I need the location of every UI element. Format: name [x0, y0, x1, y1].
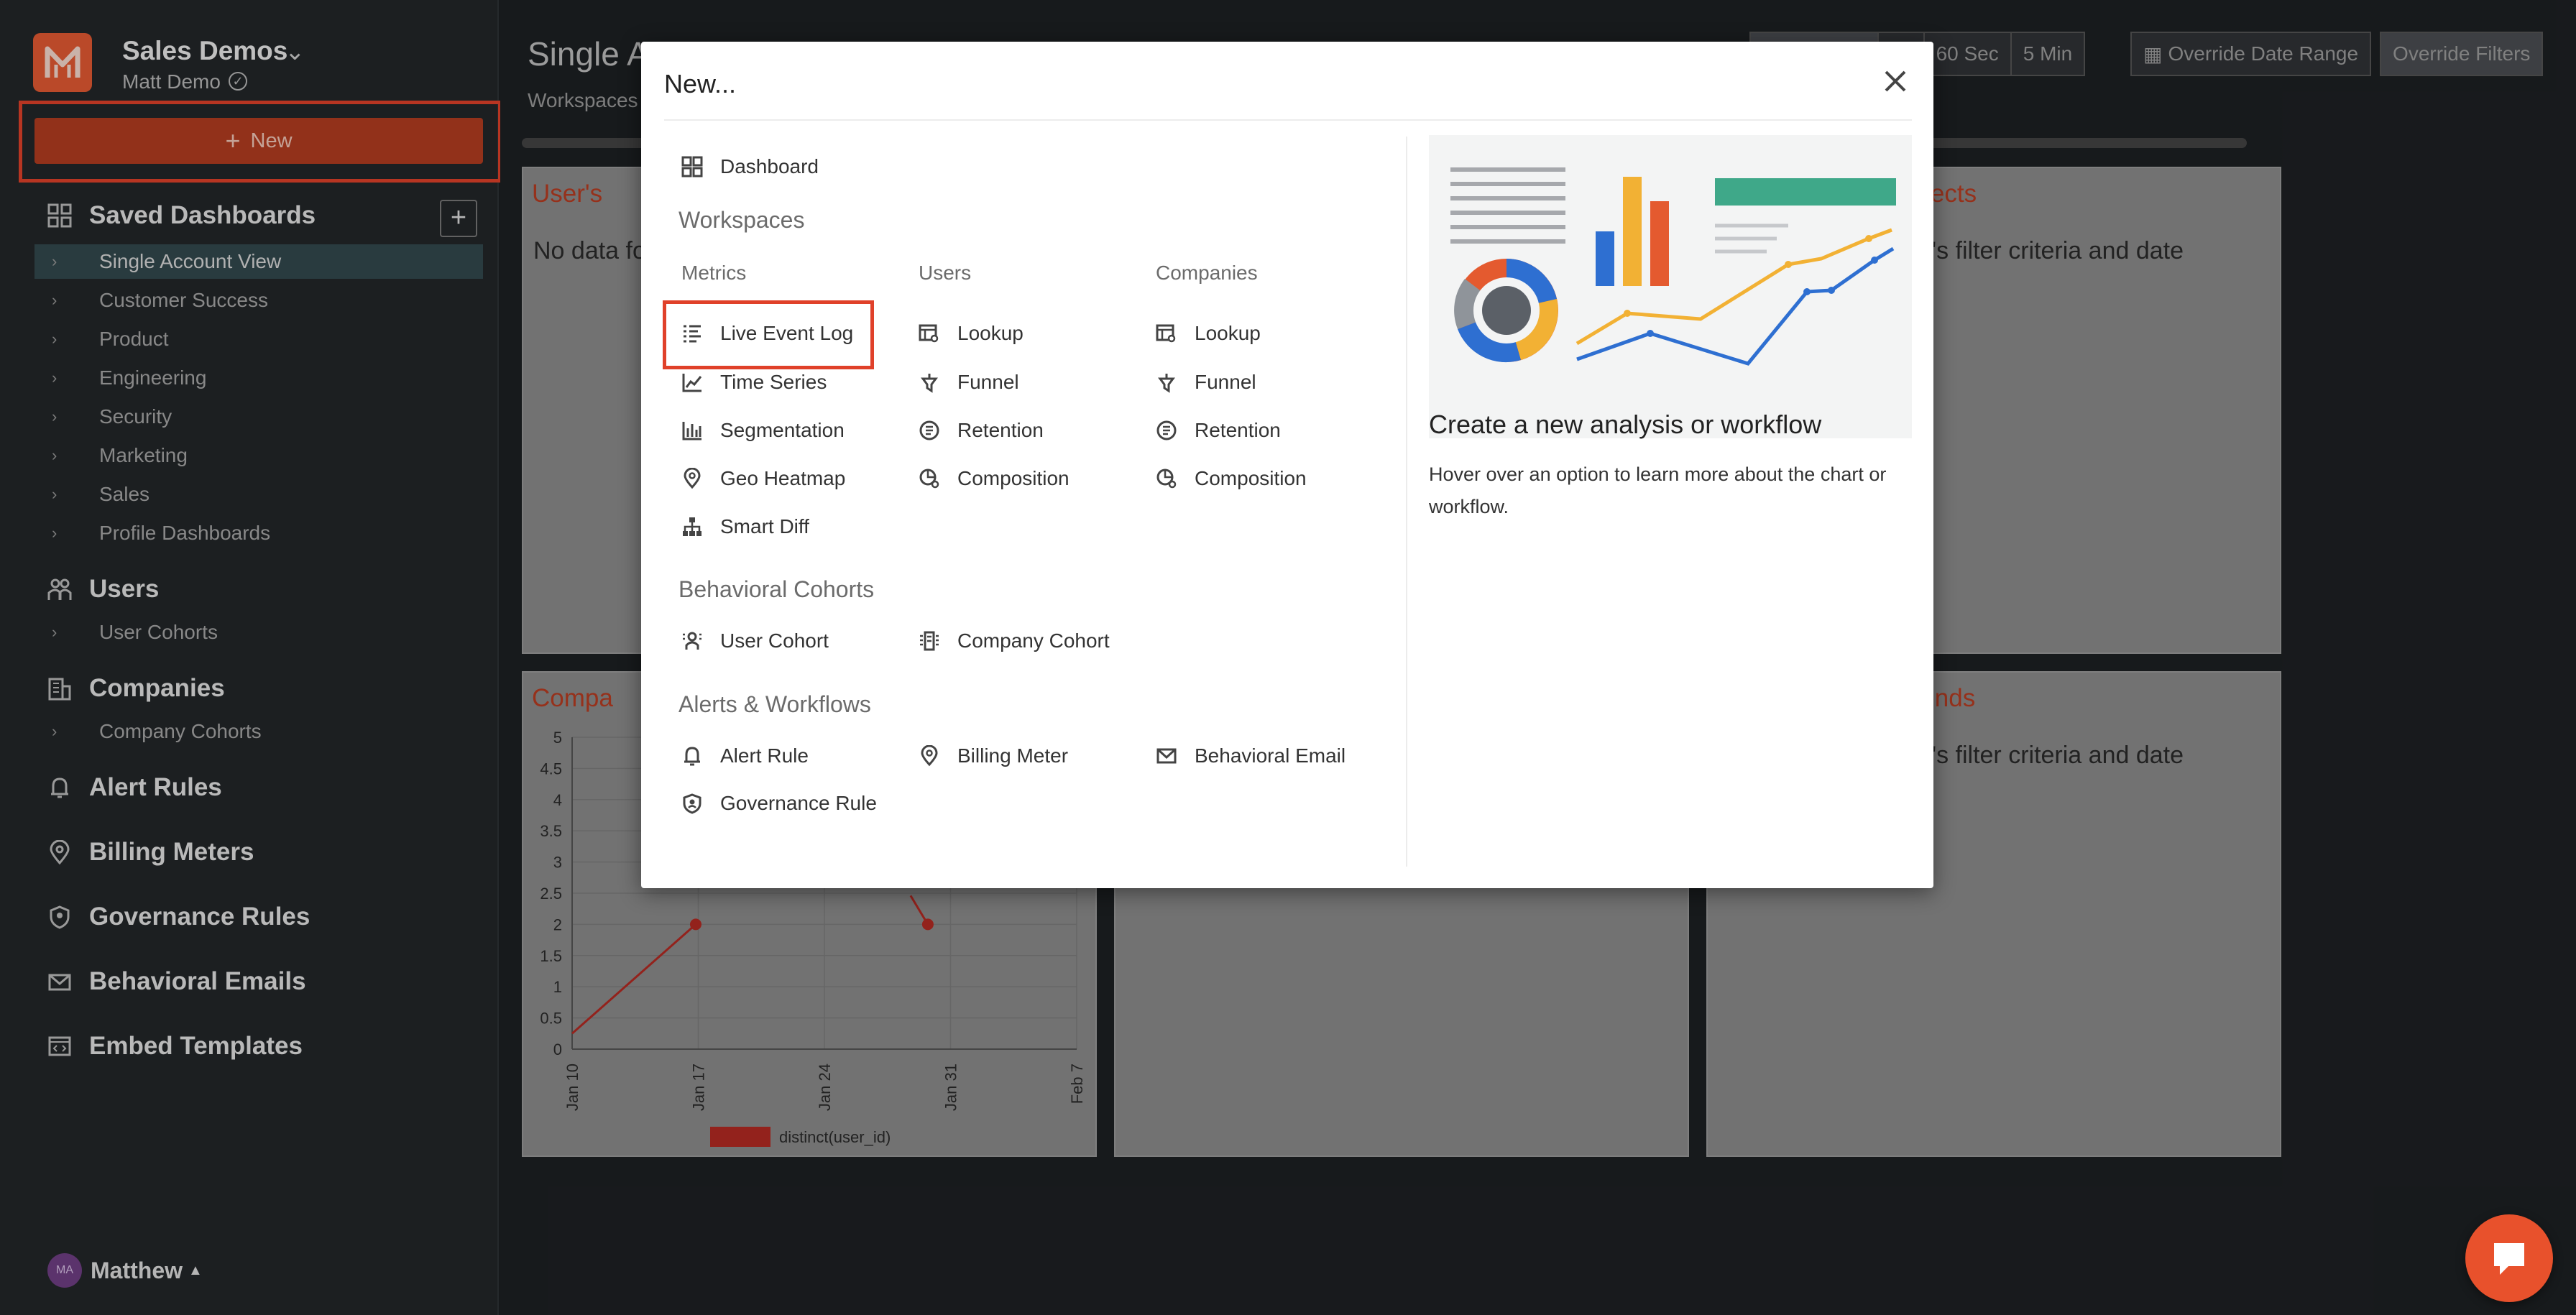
new-item-modal: New... Dashboard Workspaces Metrics User…	[641, 42, 1933, 888]
new-dashboard-option[interactable]: Dashboard	[681, 155, 819, 178]
companies-column-title: Companies	[1156, 262, 1258, 284]
option-label: Lookup	[1195, 322, 1261, 344]
preview-illustration	[1429, 135, 1912, 438]
shield-icon	[683, 793, 702, 814]
company-funnel-option[interactable]: Funnel	[1156, 371, 1256, 394]
modal-title: New...	[664, 69, 737, 98]
option-label: Retention	[1195, 419, 1281, 441]
option-label: Segmentation	[720, 419, 845, 441]
company-lookup-option[interactable]: Lookup	[1156, 322, 1261, 345]
analytics-illustration-icon	[1450, 167, 1896, 366]
funnel-icon	[921, 374, 938, 393]
option-label: Live Event Log	[720, 322, 854, 344]
workspaces-section-title: Workspaces	[678, 207, 805, 233]
company-cohort-option[interactable]: Company Cohort	[919, 629, 1110, 652]
composition-icon	[1156, 469, 1177, 489]
modal-vertical-divider	[1406, 137, 1407, 867]
user-retention-option[interactable]: Retention	[919, 419, 1044, 442]
list-icon	[684, 325, 701, 343]
grid-icon	[681, 156, 703, 177]
option-label: Funnel	[1195, 371, 1256, 393]
user-cohort-option[interactable]: User Cohort	[681, 629, 829, 652]
option-label: Composition	[1195, 467, 1307, 489]
option-label: Retention	[957, 419, 1044, 441]
option-label: Dashboard	[720, 155, 819, 177]
governance-rule-option[interactable]: Governance Rule	[681, 792, 877, 815]
option-label: Governance Rule	[720, 792, 877, 814]
smart-diff-option[interactable]: Smart Diff	[681, 515, 809, 538]
user-lookup-option[interactable]: Lookup	[919, 322, 1024, 345]
company-retention-option[interactable]: Retention	[1156, 419, 1281, 442]
option-label: Geo Heatmap	[720, 467, 846, 489]
option-label: Alert Rule	[720, 744, 809, 767]
user-composition-option[interactable]: Composition	[919, 467, 1070, 490]
envelope-icon	[1156, 748, 1177, 764]
user-cohort-icon	[683, 632, 702, 650]
modal-divider	[664, 119, 1912, 121]
company-cohort-icon	[920, 631, 939, 651]
option-label: Behavioral Email	[1195, 744, 1346, 767]
option-label: Funnel	[957, 371, 1019, 393]
retention-icon	[919, 420, 939, 440]
option-label: User Cohort	[720, 629, 829, 652]
option-label: Composition	[957, 467, 1070, 489]
preview-description: Hover over an option to learn more about…	[1429, 463, 1887, 517]
live-event-log-option[interactable]: Live Event Log	[681, 322, 853, 345]
alerts-workflows-section-title: Alerts & Workflows	[678, 691, 871, 717]
chat-button[interactable]	[2465, 1214, 2553, 1302]
location-pin-icon	[921, 745, 938, 767]
users-column-title: Users	[919, 262, 972, 284]
behavioral-cohorts-section-title: Behavioral Cohorts	[678, 576, 875, 602]
user-funnel-option[interactable]: Funnel	[919, 371, 1019, 394]
option-label: Time Series	[720, 371, 827, 393]
funnel-icon	[1158, 374, 1175, 393]
behavioral-email-option[interactable]: Behavioral Email	[1156, 744, 1346, 767]
bell-icon	[684, 747, 700, 766]
composition-icon	[919, 469, 939, 489]
company-composition-option[interactable]: Composition	[1156, 467, 1307, 490]
preview-title: Create a new analysis or workflow	[1429, 410, 1822, 439]
time-series-option[interactable]: Time Series	[681, 371, 827, 394]
alert-rule-option[interactable]: Alert Rule	[681, 744, 809, 767]
segmentation-option[interactable]: Segmentation	[681, 419, 845, 442]
close-icon[interactable]	[1877, 63, 1913, 99]
option-label: Smart Diff	[720, 515, 809, 537]
metrics-column-title: Metrics	[681, 262, 747, 284]
geo-heatmap-option[interactable]: Geo Heatmap	[681, 467, 845, 490]
location-pin-icon	[684, 468, 701, 489]
option-label: Company Cohort	[957, 629, 1110, 652]
option-label: Lookup	[957, 322, 1024, 344]
bar-chart-icon	[682, 422, 702, 440]
retention-icon	[1156, 420, 1177, 440]
chat-icon	[2494, 1243, 2524, 1275]
table-search-icon	[1156, 324, 1176, 343]
table-search-icon	[919, 324, 939, 343]
billing-meter-option[interactable]: Billing Meter	[919, 744, 1068, 767]
hierarchy-icon	[683, 517, 702, 536]
line-chart-icon	[682, 374, 702, 392]
option-label: Billing Meter	[957, 744, 1069, 767]
